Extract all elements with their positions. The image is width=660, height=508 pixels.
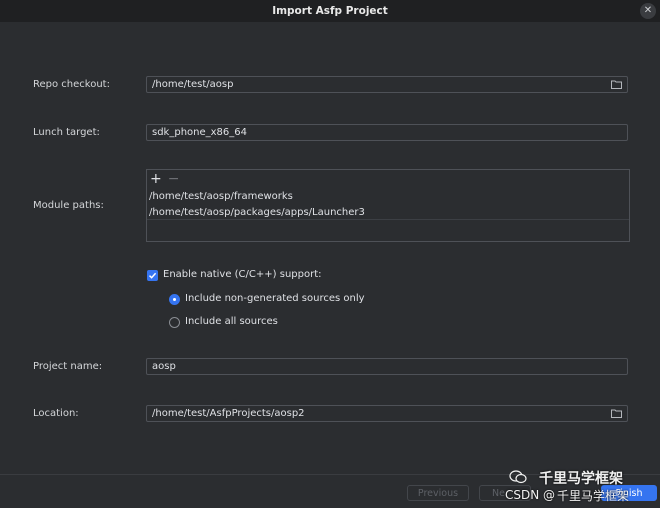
previous-button[interactable]: Previous [407,485,469,501]
list-item[interactable]: /home/test/aosp/frameworks [148,189,628,205]
watermark-csdn-tail: 千里马学框架 [557,489,630,503]
repo-checkout-field[interactable]: /home/test/aosp [146,76,628,93]
add-module-button[interactable]: + [150,172,162,186]
lunch-target-label: Lunch target: [33,127,100,138]
wechat-icon [509,470,527,484]
watermark-brand: 千里马学框架 [539,471,623,487]
radio-all-sources[interactable] [169,317,180,328]
location-label: Location: [33,408,79,419]
watermark-csdn: CSDN @ [505,488,556,502]
lunch-target-field[interactable]: sdk_phone_x86_64 [146,124,628,141]
module-paths-toolbar: + − [150,171,179,187]
folder-icon[interactable] [611,409,622,418]
repo-checkout-value: /home/test/aosp [152,79,234,90]
radio-non-generated-sources[interactable] [169,294,180,305]
project-name-label: Project name: [33,361,103,372]
window-titlebar: Import Asfp Project ✕ [0,0,660,22]
module-list-divider [147,219,629,220]
location-value: /home/test/AsfpProjects/aosp2 [152,408,305,419]
radio-all-sources-label: Include all sources [185,316,278,327]
radio-non-generated-sources-label: Include non-generated sources only [185,293,365,304]
module-paths-list[interactable]: + − /home/test/aosp/frameworks /home/tes… [146,169,630,242]
project-name-field[interactable]: aosp [146,358,628,375]
remove-module-button[interactable]: − [168,172,180,186]
native-support-checkbox[interactable] [147,270,158,281]
window-title: Import Asfp Project [272,5,388,17]
module-path-items: /home/test/aosp/frameworks /home/test/ao… [148,189,628,221]
native-support-label: Enable native (C/C++) support: [163,269,322,280]
module-paths-label: Module paths: [33,200,104,211]
location-field[interactable]: /home/test/AsfpProjects/aosp2 [146,405,628,422]
lunch-target-value: sdk_phone_x86_64 [152,127,248,138]
project-name-value: aosp [152,361,176,372]
close-icon[interactable]: ✕ [640,3,656,19]
checkmark-icon [148,272,157,279]
folder-icon[interactable] [611,80,622,89]
repo-checkout-label: Repo checkout: [33,79,110,90]
